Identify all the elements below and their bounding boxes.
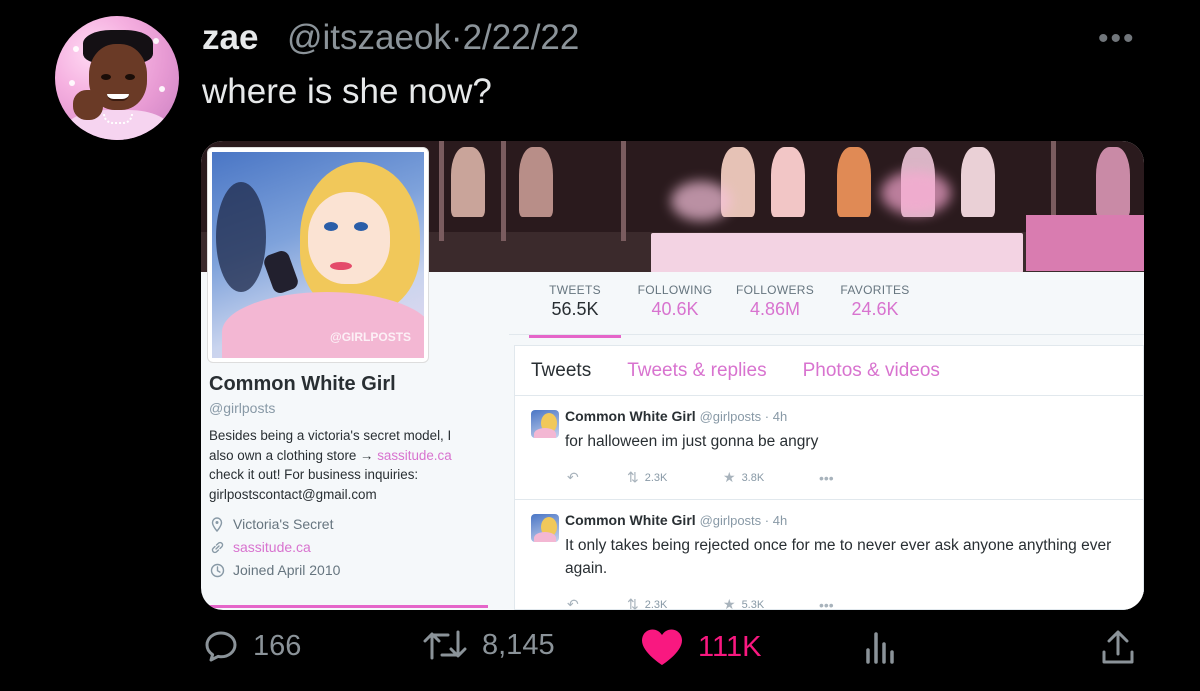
analytics-button[interactable] [862,628,902,664]
tab-photos-videos: Photos & videos [802,360,940,381]
stat-following: FOLLOWING 40.6K [637,283,713,319]
retweet-count: 8,145 [482,628,555,661]
retweet-count: ⇅ 2.3K [627,469,668,485]
more-icon: ••• [819,469,834,486]
author-handle-date[interactable]: @itszaeok·2/22/22 [287,18,579,58]
author-name[interactable]: zae [202,18,258,58]
avatar [531,514,559,542]
profile-picture: @GIRLPOSTS [207,147,429,363]
profile-stats: TWEETS 56.5K FOLLOWING 40.6K FOLLOWERS 4… [525,283,925,338]
reply-icon: ↶ [567,469,579,485]
profile-name: Common White Girl [209,373,396,395]
timeline-tabs: Tweets Tweets & replies Photos & videos [515,346,1143,396]
share-icon [1098,628,1138,668]
tweet-text: where is she now? [202,72,492,111]
stat-followers: FOLLOWERS 4.86M [735,283,815,319]
watermark: @GIRLPOSTS [330,330,412,344]
stat-favorites: FAVORITES 24.6K [840,283,910,319]
favorite-count: ★ 5.3K [723,596,819,610]
profile-info: Common White Girl @girlposts Besides bei… [209,373,499,578]
profile-location: Victoria's Secret [209,516,499,532]
clock-icon [209,562,225,578]
stat-tweets: TWEETS 56.5K [525,283,625,338]
star-icon: ★ [723,596,736,610]
more-horizontal-icon[interactable]: ••• [1098,22,1136,56]
embedded-tweet: Common White Girl @girlposts · 4h for ha… [515,396,1143,500]
reply-count: 166 [253,629,302,662]
reply-icon [203,628,239,664]
tweet-media-image[interactable]: @GIRLPOSTS TWEETS 56.5K FOLLOWING 40.6K … [201,141,1144,610]
retweet-icon [422,628,468,662]
like-count: 111K [698,630,762,663]
favorite-count: ★ 3.8K [723,469,765,485]
analytics-icon [862,628,902,664]
retweet-icon: ⇅ [627,469,639,485]
location-pin-icon [209,516,225,532]
retweet-icon: ⇅ [627,596,639,610]
like-button[interactable]: 111K [640,628,761,666]
reply-button[interactable]: 166 [203,628,301,664]
link-icon [209,539,225,555]
retweet-count: ⇅ 2.3K [627,596,723,610]
avatar [531,410,559,438]
profile-handle: @girlposts [209,400,276,416]
heart-icon [640,628,684,666]
profile-website: sassitude.ca [209,539,499,555]
tab-tweets: Tweets [531,360,592,381]
profile-bio: Besides being a victoria's secret model,… [209,428,452,502]
share-button[interactable] [1098,628,1138,668]
star-icon: ★ [723,469,736,485]
retweet-button[interactable]: 8,145 [422,628,555,662]
author-avatar[interactable] [55,16,179,140]
profile-timeline: Tweets Tweets & replies Photos & videos … [514,345,1144,610]
tab-tweets-replies: Tweets & replies [627,360,767,381]
tweet-actions: 166 8,145 111K [0,628,1200,678]
profile-joined: Joined April 2010 [209,562,499,578]
reply-icon: ↶ [567,596,579,610]
embedded-tweet: Common White Girl @girlposts · 4h It onl… [515,500,1143,610]
more-icon: ••• [819,596,834,611]
